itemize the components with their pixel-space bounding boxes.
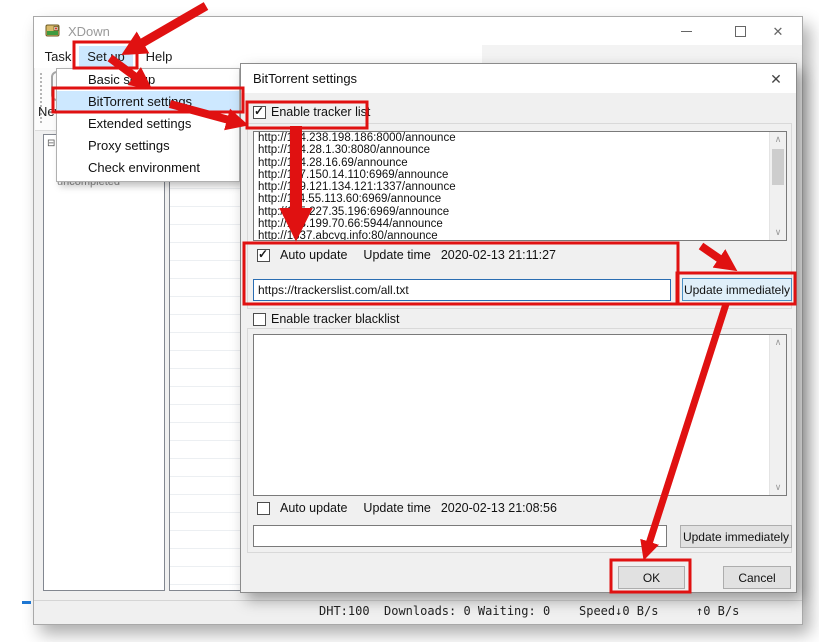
- blacklist-auto-update-checkbox[interactable]: [257, 502, 270, 515]
- status-download-speed: Speed↓0 B/s: [579, 604, 658, 618]
- tracker-update-time-label: Update time: [363, 248, 430, 262]
- tracker-auto-update-row: Auto update Update time 2020-02-13 21:11…: [257, 248, 556, 262]
- menu-help[interactable]: Help: [141, 46, 177, 67]
- blacklist-source-url-input[interactable]: [253, 525, 667, 547]
- tree-collapse-icon[interactable]: ⊟: [47, 138, 55, 149]
- dialog-title: BitTorrent settings: [253, 71, 357, 86]
- enable-tracker-list-checkbox[interactable]: [253, 106, 266, 119]
- enable-tracker-list-label: Enable tracker list: [271, 105, 370, 119]
- tracker-url: http://125.227.35.196:6969/announce: [254, 206, 786, 218]
- task-tree-panel: ⊟·· All uncompleted: [43, 134, 165, 591]
- tracker-source-url-input[interactable]: [253, 279, 671, 301]
- tracker-update-time-value: 2020-02-13 21:11:27: [441, 248, 556, 262]
- window-title: XDown: [68, 24, 110, 39]
- blacklist-textarea[interactable]: ∧ ∨: [253, 334, 787, 496]
- tracker-url: http://114.55.113.60:6969/announce: [254, 193, 786, 205]
- titlebar: XDown ✕: [34, 17, 802, 45]
- menu-item-proxy-settings[interactable]: Proxy settings: [57, 135, 239, 157]
- tracker-url: http://109.121.134.121:1337/announce: [254, 181, 786, 193]
- tracker-url: http://104.28.16.69/announce: [254, 157, 786, 169]
- enable-tracker-blacklist-label: Enable tracker blacklist: [271, 312, 400, 326]
- maximize-icon: [735, 26, 746, 37]
- dialog-titlebar: BitTorrent settings ✕: [241, 64, 796, 93]
- blue-dash-mark: [22, 601, 31, 604]
- scroll-down-icon[interactable]: ∨: [770, 225, 786, 240]
- enable-tracker-blacklist-row[interactable]: Enable tracker blacklist: [253, 312, 405, 326]
- ok-button[interactable]: OK: [618, 566, 685, 589]
- menu-item-basic-setup[interactable]: Basic setup: [57, 69, 239, 91]
- tracker-auto-update-checkbox[interactable]: [257, 249, 270, 262]
- tracker-url: http://128.199.70.66:5944/announce: [254, 218, 786, 230]
- blacklist-scrollbar[interactable]: ∧ ∨: [769, 335, 786, 495]
- screenshot-stage: XDown ✕ Task Set up Help New ⊟·· All unc…: [0, 0, 819, 642]
- blacklist-update-immediately-button[interactable]: Update immediately: [680, 525, 792, 548]
- tracker-auto-update-label: Auto update: [280, 248, 347, 262]
- cancel-button[interactable]: Cancel: [723, 566, 791, 589]
- dialog-close-button[interactable]: ✕: [764, 69, 788, 89]
- tracker-list-scrollbar[interactable]: ∧ ∨: [769, 132, 786, 240]
- blacklist-update-time-value: 2020-02-13 21:08:56: [441, 501, 557, 515]
- minimize-icon: [681, 31, 692, 32]
- tracker-url: http://107.150.14.110:6969/announce: [254, 169, 786, 181]
- status-bar: DHT:100 Downloads: 0 Waiting: 0 Speed↓0 …: [34, 600, 802, 624]
- status-dht: DHT:100: [319, 604, 370, 618]
- menu-item-bittorrent-settings[interactable]: BitTorrent settings: [57, 91, 239, 113]
- tracker-url: http://104.28.1.30:8080/announce: [254, 144, 786, 156]
- xdown-logo-icon: [45, 23, 61, 39]
- menu-item-extended-settings[interactable]: Extended settings: [57, 113, 239, 135]
- bittorrent-settings-dialog: BitTorrent settings ✕ Enable tracker lis…: [240, 63, 797, 593]
- status-downloads: Downloads: 0 Waiting: 0: [384, 604, 550, 618]
- minimize-button[interactable]: [664, 17, 709, 45]
- tracker-url-list[interactable]: http://104.238.198.186:8000/announce htt…: [253, 131, 787, 241]
- tracker-url: http://1337.abcvg.info:80/announce: [254, 230, 786, 241]
- menu-setup[interactable]: Set up: [79, 46, 133, 67]
- scroll-up-icon[interactable]: ∧: [770, 132, 786, 147]
- blacklist-update-time-label: Update time: [363, 501, 430, 515]
- setup-dropdown-menu: Basic setup BitTorrent settings Extended…: [56, 68, 240, 182]
- menu-task[interactable]: Task: [41, 46, 75, 67]
- scroll-up-icon[interactable]: ∧: [770, 335, 786, 350]
- status-upload-speed: ↑0 B/s: [696, 604, 739, 618]
- menu-item-check-environment[interactable]: Check environment: [57, 157, 239, 179]
- enable-tracker-blacklist-checkbox[interactable]: [253, 313, 266, 326]
- scrollbar-thumb[interactable]: [772, 149, 784, 185]
- scroll-down-icon[interactable]: ∨: [770, 480, 786, 495]
- tracker-url: http://104.238.198.186:8000/announce: [254, 132, 786, 144]
- blacklist-auto-update-label: Auto update: [280, 501, 347, 515]
- enable-tracker-list-row[interactable]: Enable tracker list: [253, 105, 375, 119]
- close-icon: ✕: [773, 25, 784, 38]
- blacklist-auto-update-row: Auto update Update time 2020-02-13 21:08…: [257, 501, 557, 515]
- tracker-update-immediately-button[interactable]: Update immediately: [682, 278, 792, 301]
- close-button[interactable]: ✕: [756, 17, 800, 45]
